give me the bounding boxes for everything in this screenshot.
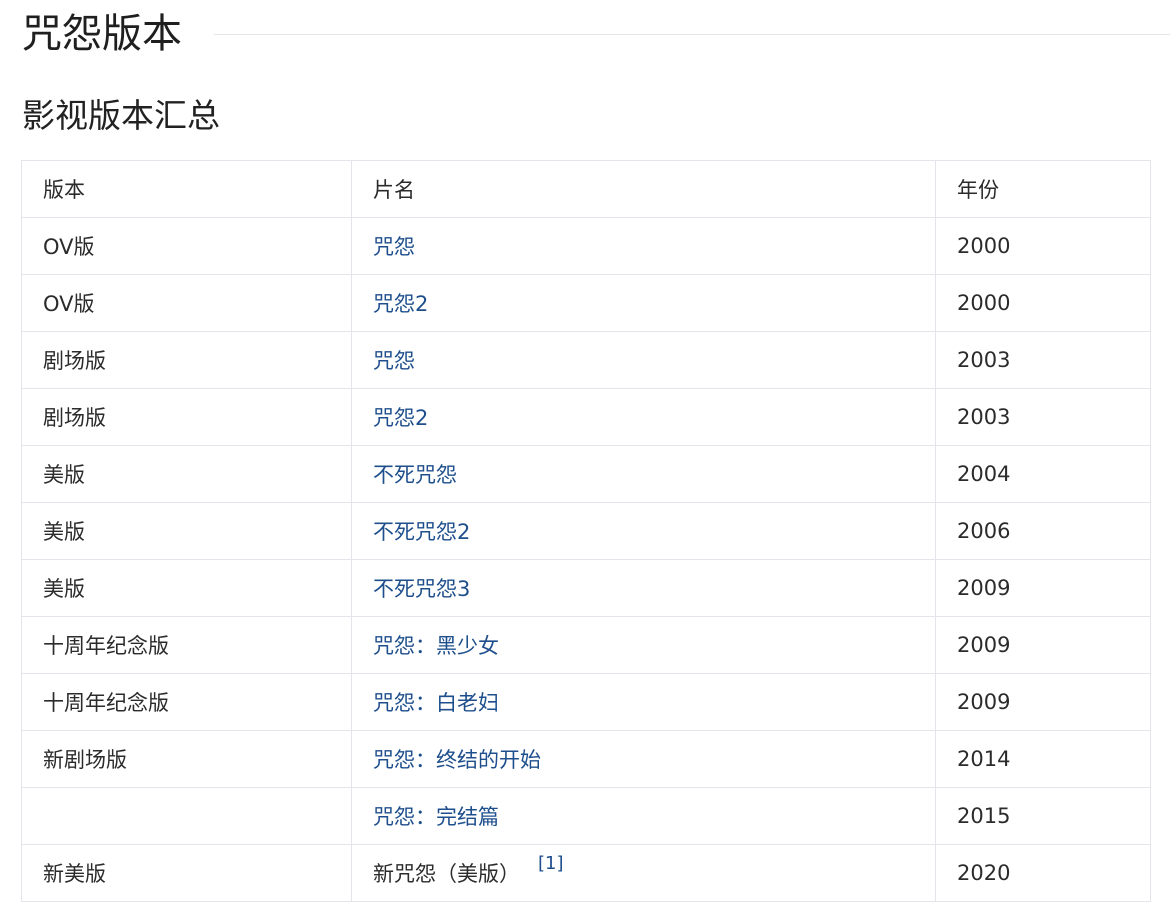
year-cell: 2000 — [935, 217, 1151, 275]
table-row: 新美版 新咒怨（美版） [1] 2020 — [21, 844, 1151, 902]
year-cell: 2015 — [935, 787, 1151, 845]
title-cell: 不死咒怨3 — [351, 559, 936, 617]
header-title: 片名 — [351, 160, 936, 218]
table-row: 咒怨：完结篇 2015 — [21, 787, 1151, 845]
table-row: 剧场版 咒怨 2003 — [21, 331, 1151, 389]
title-cell: 咒怨 — [351, 331, 936, 389]
year-cell: 2014 — [935, 730, 1151, 788]
title-cell: 咒怨：终结的开始 — [351, 730, 936, 788]
title-cell: 咒怨：完结篇 — [351, 787, 936, 845]
version-cell: 美版 — [21, 445, 352, 503]
header-version: 版本 — [21, 160, 352, 218]
year-cell: 2020 — [935, 844, 1151, 902]
year-cell: 2009 — [935, 559, 1151, 617]
film-link[interactable]: 咒怨：黑少女 — [373, 634, 499, 658]
version-cell: 剧场版 — [21, 388, 352, 446]
year-cell: 2006 — [935, 502, 1151, 560]
section-title: 影视版本汇总 — [22, 96, 220, 135]
film-link[interactable]: 不死咒怨3 — [373, 577, 470, 601]
reference-link[interactable]: [1] — [538, 853, 564, 874]
version-cell: 美版 — [21, 559, 352, 617]
table-row: 美版 不死咒怨3 2009 — [21, 559, 1151, 617]
version-cell: 新剧场版 — [21, 730, 352, 788]
title-cell: 咒怨：黑少女 — [351, 616, 936, 674]
year-cell: 2003 — [935, 331, 1151, 389]
table-row: 美版 不死咒怨2 2006 — [21, 502, 1151, 560]
versions-table: 版本 片名 年份 OV版 咒怨 2000 OV版 咒怨2 2000 剧场版 咒怨… — [21, 160, 1151, 902]
table-row: 新剧场版 咒怨：终结的开始 2014 — [21, 730, 1151, 788]
table-row: OV版 咒怨2 2000 — [21, 274, 1151, 332]
film-link[interactable]: 咒怨 — [373, 235, 415, 259]
title-cell: 不死咒怨 — [351, 445, 936, 503]
year-cell: 2004 — [935, 445, 1151, 503]
version-cell: 十周年纪念版 — [21, 673, 352, 731]
title-cell: 咒怨2 — [351, 388, 936, 446]
title-cell: 咒怨 — [351, 217, 936, 275]
year-cell: 2003 — [935, 388, 1151, 446]
version-cell: 剧场版 — [21, 331, 352, 389]
version-cell: OV版 — [21, 274, 352, 332]
table-row: 剧场版 咒怨2 2003 — [21, 388, 1151, 446]
title-cell: 新咒怨（美版） [1] — [351, 844, 936, 902]
table-row: 十周年纪念版 咒怨：白老妇 2009 — [21, 673, 1151, 731]
film-link[interactable]: 不死咒怨2 — [373, 520, 470, 544]
header-year: 年份 — [935, 160, 1151, 218]
table-header-row: 版本 片名 年份 — [21, 160, 1151, 218]
table-row: 十周年纪念版 咒怨：黑少女 2009 — [21, 616, 1151, 674]
title-cell: 咒怨2 — [351, 274, 936, 332]
title-divider — [214, 34, 1170, 35]
title-cell: 咒怨：白老妇 — [351, 673, 936, 731]
year-cell: 2009 — [935, 673, 1151, 731]
film-link[interactable]: 不死咒怨 — [373, 463, 457, 487]
film-title-text: 新咒怨（美版） — [373, 862, 520, 886]
title-cell: 不死咒怨2 — [351, 502, 936, 560]
film-link[interactable]: 咒怨：完结篇 — [373, 805, 499, 829]
version-cell: 新美版 — [21, 844, 352, 902]
film-link[interactable]: 咒怨 — [373, 349, 415, 373]
page-title: 咒怨版本 — [22, 11, 182, 57]
version-cell: 美版 — [21, 502, 352, 560]
film-link[interactable]: 咒怨：终结的开始 — [373, 748, 541, 772]
page-header: 咒怨版本 — [22, 4, 1170, 62]
film-link[interactable]: 咒怨2 — [373, 292, 428, 316]
table-row: 美版 不死咒怨 2004 — [21, 445, 1151, 503]
film-link[interactable]: 咒怨：白老妇 — [373, 691, 499, 715]
version-cell: 十周年纪念版 — [21, 616, 352, 674]
year-cell: 2000 — [935, 274, 1151, 332]
table-row: OV版 咒怨 2000 — [21, 217, 1151, 275]
film-link[interactable]: 咒怨2 — [373, 406, 428, 430]
year-cell: 2009 — [935, 616, 1151, 674]
version-cell — [21, 787, 352, 845]
version-cell: OV版 — [21, 217, 352, 275]
